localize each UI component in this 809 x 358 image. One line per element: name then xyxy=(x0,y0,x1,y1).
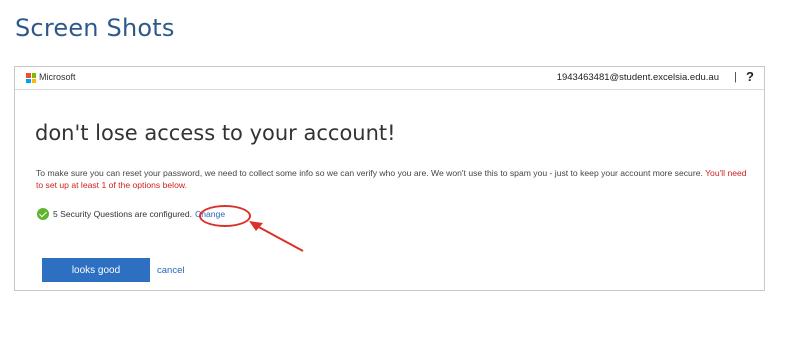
annotation-arrow-icon xyxy=(249,221,304,252)
account-email: 1943463481@student.excelsia.edu.au xyxy=(556,72,719,83)
microsoft-logo-icon xyxy=(26,73,36,83)
security-questions-status: 5 Security Questions are configured. Cha… xyxy=(37,206,225,222)
mfa-setup-window: Microsoft 1943463481@student.excelsia.ed… xyxy=(14,66,765,291)
cancel-link[interactable]: cancel xyxy=(157,265,184,276)
description-text: To make sure you can reset your password… xyxy=(36,167,756,191)
status-text: 5 Security Questions are configured. xyxy=(53,209,193,219)
topbar-divider: | xyxy=(734,71,737,83)
page-heading: Screen Shots xyxy=(15,14,175,42)
brand-name: Microsoft xyxy=(39,72,76,82)
description-body: To make sure you can reset your password… xyxy=(36,168,703,178)
page-title: don't lose access to your account! xyxy=(35,121,396,145)
looks-good-button[interactable]: looks good xyxy=(42,258,150,282)
help-button[interactable]: ? xyxy=(746,69,754,84)
top-bar: Microsoft 1943463481@student.excelsia.ed… xyxy=(15,67,764,90)
check-circle-icon xyxy=(37,208,49,220)
